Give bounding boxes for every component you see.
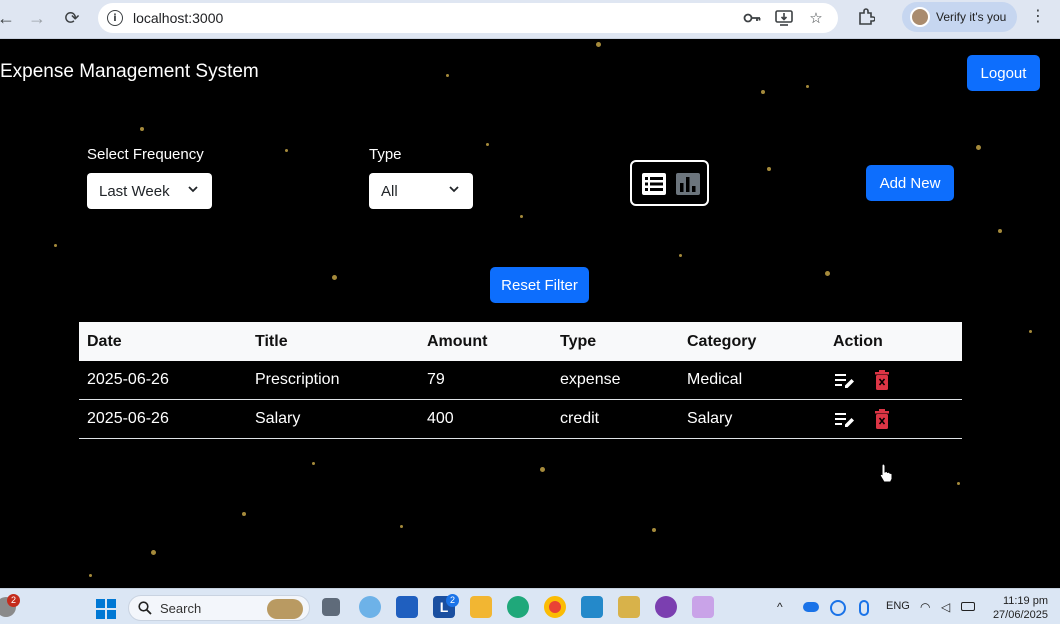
profile-label: Verify it's you bbox=[936, 10, 1007, 24]
chevron-down-icon bbox=[188, 186, 198, 193]
delete-icon[interactable] bbox=[875, 370, 889, 390]
header-action: Action bbox=[833, 332, 883, 350]
cell-date: 2025-06-26 bbox=[87, 371, 169, 388]
sync-icon[interactable] bbox=[830, 600, 846, 616]
edit-icon[interactable] bbox=[835, 372, 855, 390]
clock-time: 11:19 pm bbox=[1002, 595, 1048, 607]
edge-icon[interactable] bbox=[507, 596, 529, 618]
language-indicator[interactable]: ENG bbox=[886, 600, 910, 612]
windows-taskbar: 2 Search L 2 ^ ENG ◠ ◁ 11:19 pm 27/06/20… bbox=[0, 588, 1060, 624]
type-selected-value: All bbox=[381, 182, 398, 200]
frequency-selected-value: Last Week bbox=[99, 182, 170, 200]
reset-filter-button[interactable]: Reset Filter bbox=[490, 267, 589, 303]
app-icon[interactable] bbox=[618, 596, 640, 618]
header-title: Title bbox=[255, 332, 288, 350]
microphone-icon[interactable] bbox=[859, 600, 869, 616]
app-viewport: Expense Management System Logout Select … bbox=[0, 39, 1060, 588]
forward-icon[interactable]: → bbox=[23, 4, 51, 32]
cell-date: 2025-06-26 bbox=[87, 410, 169, 427]
onedrive-icon[interactable] bbox=[803, 602, 819, 612]
snipping-tool-icon[interactable] bbox=[692, 596, 714, 618]
view-toggle bbox=[630, 160, 709, 206]
add-new-button[interactable]: Add New bbox=[866, 165, 954, 201]
install-app-icon[interactable] bbox=[774, 8, 794, 28]
header-type: Type bbox=[560, 332, 597, 350]
address-bar[interactable]: i localhost:3000 ☆ bbox=[98, 3, 838, 33]
back-icon[interactable]: ← bbox=[0, 4, 20, 32]
cell-amount: 400 bbox=[427, 410, 454, 427]
reload-icon[interactable]: ⟳ bbox=[58, 4, 86, 32]
search-highlight-icon bbox=[267, 599, 303, 619]
mouse-pointer-icon bbox=[879, 463, 893, 483]
list-icon[interactable] bbox=[642, 173, 666, 195]
taskbar-search[interactable]: Search bbox=[128, 595, 310, 621]
battery-icon[interactable] bbox=[961, 602, 975, 611]
site-info-icon[interactable]: i bbox=[107, 10, 123, 26]
app-badge: 2 bbox=[446, 594, 459, 607]
search-icon bbox=[138, 601, 152, 615]
header-amount: Amount bbox=[427, 332, 488, 350]
chart-icon[interactable] bbox=[676, 173, 700, 195]
logout-button[interactable]: Logout bbox=[967, 55, 1040, 91]
table-row: 2025-06-26 Salary 400 credit Salary bbox=[79, 400, 962, 439]
clock-date: 27/06/2025 bbox=[992, 609, 1048, 621]
wifi-icon[interactable]: ◠ bbox=[920, 600, 930, 614]
cell-title: Salary bbox=[255, 410, 301, 427]
edit-icon[interactable] bbox=[835, 411, 855, 429]
type-select[interactable]: All bbox=[369, 173, 473, 209]
file-explorer-icon[interactable] bbox=[470, 596, 492, 618]
url-text[interactable]: localhost:3000 bbox=[133, 10, 223, 26]
browser-toolbar: ← → ⟳ i localhost:3000 ☆ Verify it's you… bbox=[0, 0, 1060, 39]
cell-category: Salary bbox=[687, 410, 733, 427]
vscode-icon[interactable] bbox=[581, 596, 603, 618]
frequency-select[interactable]: Last Week bbox=[87, 173, 212, 209]
password-key-icon[interactable] bbox=[742, 8, 762, 28]
store-icon[interactable] bbox=[396, 596, 418, 618]
delete-icon[interactable] bbox=[875, 409, 889, 429]
chrome-icon[interactable] bbox=[544, 596, 566, 618]
header-category: Category bbox=[687, 332, 757, 350]
cell-type: expense bbox=[560, 371, 621, 388]
browser-menu-icon[interactable]: ⋮ bbox=[1028, 5, 1048, 29]
chevron-up-icon[interactable]: ^ bbox=[777, 600, 783, 614]
taskbar-clock[interactable]: 11:19 pm 27/06/2025 bbox=[984, 594, 1048, 622]
header-date: Date bbox=[87, 332, 122, 350]
notification-badge: 2 bbox=[7, 594, 20, 607]
page-title: Expense Management System bbox=[0, 61, 259, 82]
cell-amount: 79 bbox=[427, 371, 445, 388]
task-view-icon[interactable] bbox=[322, 598, 340, 616]
avatar bbox=[910, 7, 930, 27]
widgets-icon[interactable] bbox=[359, 596, 381, 618]
chevron-down-icon bbox=[449, 186, 459, 193]
type-label: Type bbox=[369, 146, 402, 163]
table-row: 2025-06-26 Prescription 79 expense Medic… bbox=[79, 361, 962, 400]
bookmark-star-icon[interactable]: ☆ bbox=[806, 8, 826, 28]
volume-icon[interactable]: ◁ bbox=[941, 600, 950, 614]
transactions-table: Date Title Amount Type Category Action 2… bbox=[79, 322, 962, 439]
frequency-label: Select Frequency bbox=[87, 146, 204, 163]
cell-title: Prescription bbox=[255, 371, 340, 388]
table-header: Date Title Amount Type Category Action bbox=[79, 322, 962, 361]
windows-start-icon[interactable] bbox=[96, 599, 116, 619]
profile-chip[interactable]: Verify it's you bbox=[902, 2, 1017, 32]
cell-type: credit bbox=[560, 410, 600, 427]
extensions-icon[interactable] bbox=[854, 5, 878, 29]
search-placeholder: Search bbox=[160, 600, 202, 616]
cell-category: Medical bbox=[687, 371, 743, 388]
github-desktop-icon[interactable] bbox=[655, 596, 677, 618]
